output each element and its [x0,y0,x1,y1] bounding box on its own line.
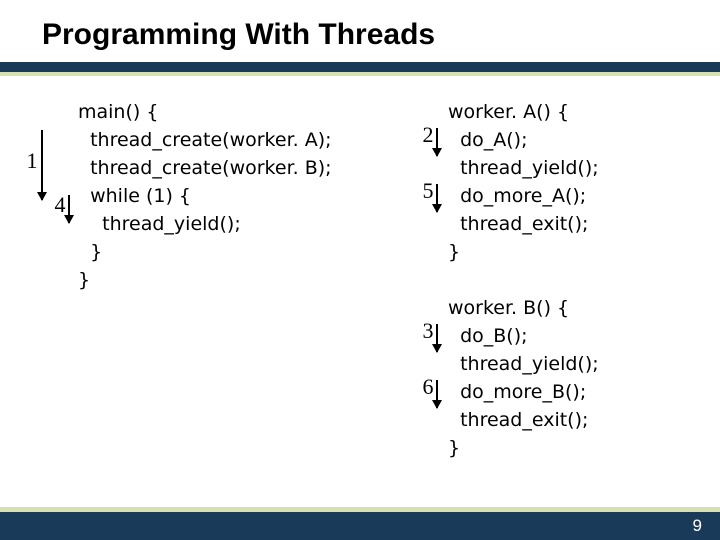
step-2-arrow [436,128,438,156]
step-2-label: 2 [418,122,438,148]
step-4-arrow [68,195,70,223]
footer-rule-dark [0,512,720,540]
step-6-label: 6 [418,374,438,400]
slide-title: Programming With Threads [42,18,435,52]
code-workerB: worker. B() { do_B(); thread_yield(); do… [448,294,599,462]
code-main: main() { thread_create(worker. A); threa… [78,98,332,294]
page-number: 9 [693,516,702,536]
title-rule-light [0,72,720,76]
step-1-arrow [41,130,43,200]
step-6-arrow [436,380,438,408]
step-3-arrow [436,324,438,352]
step-1-label: 1 [22,148,42,174]
step-3-label: 3 [418,318,438,344]
title-rule-dark [0,62,720,72]
code-workerA: worker. A() { do_A(); thread_yield(); do… [448,98,599,266]
step-5-label: 5 [418,178,438,204]
step-5-arrow [436,184,438,212]
